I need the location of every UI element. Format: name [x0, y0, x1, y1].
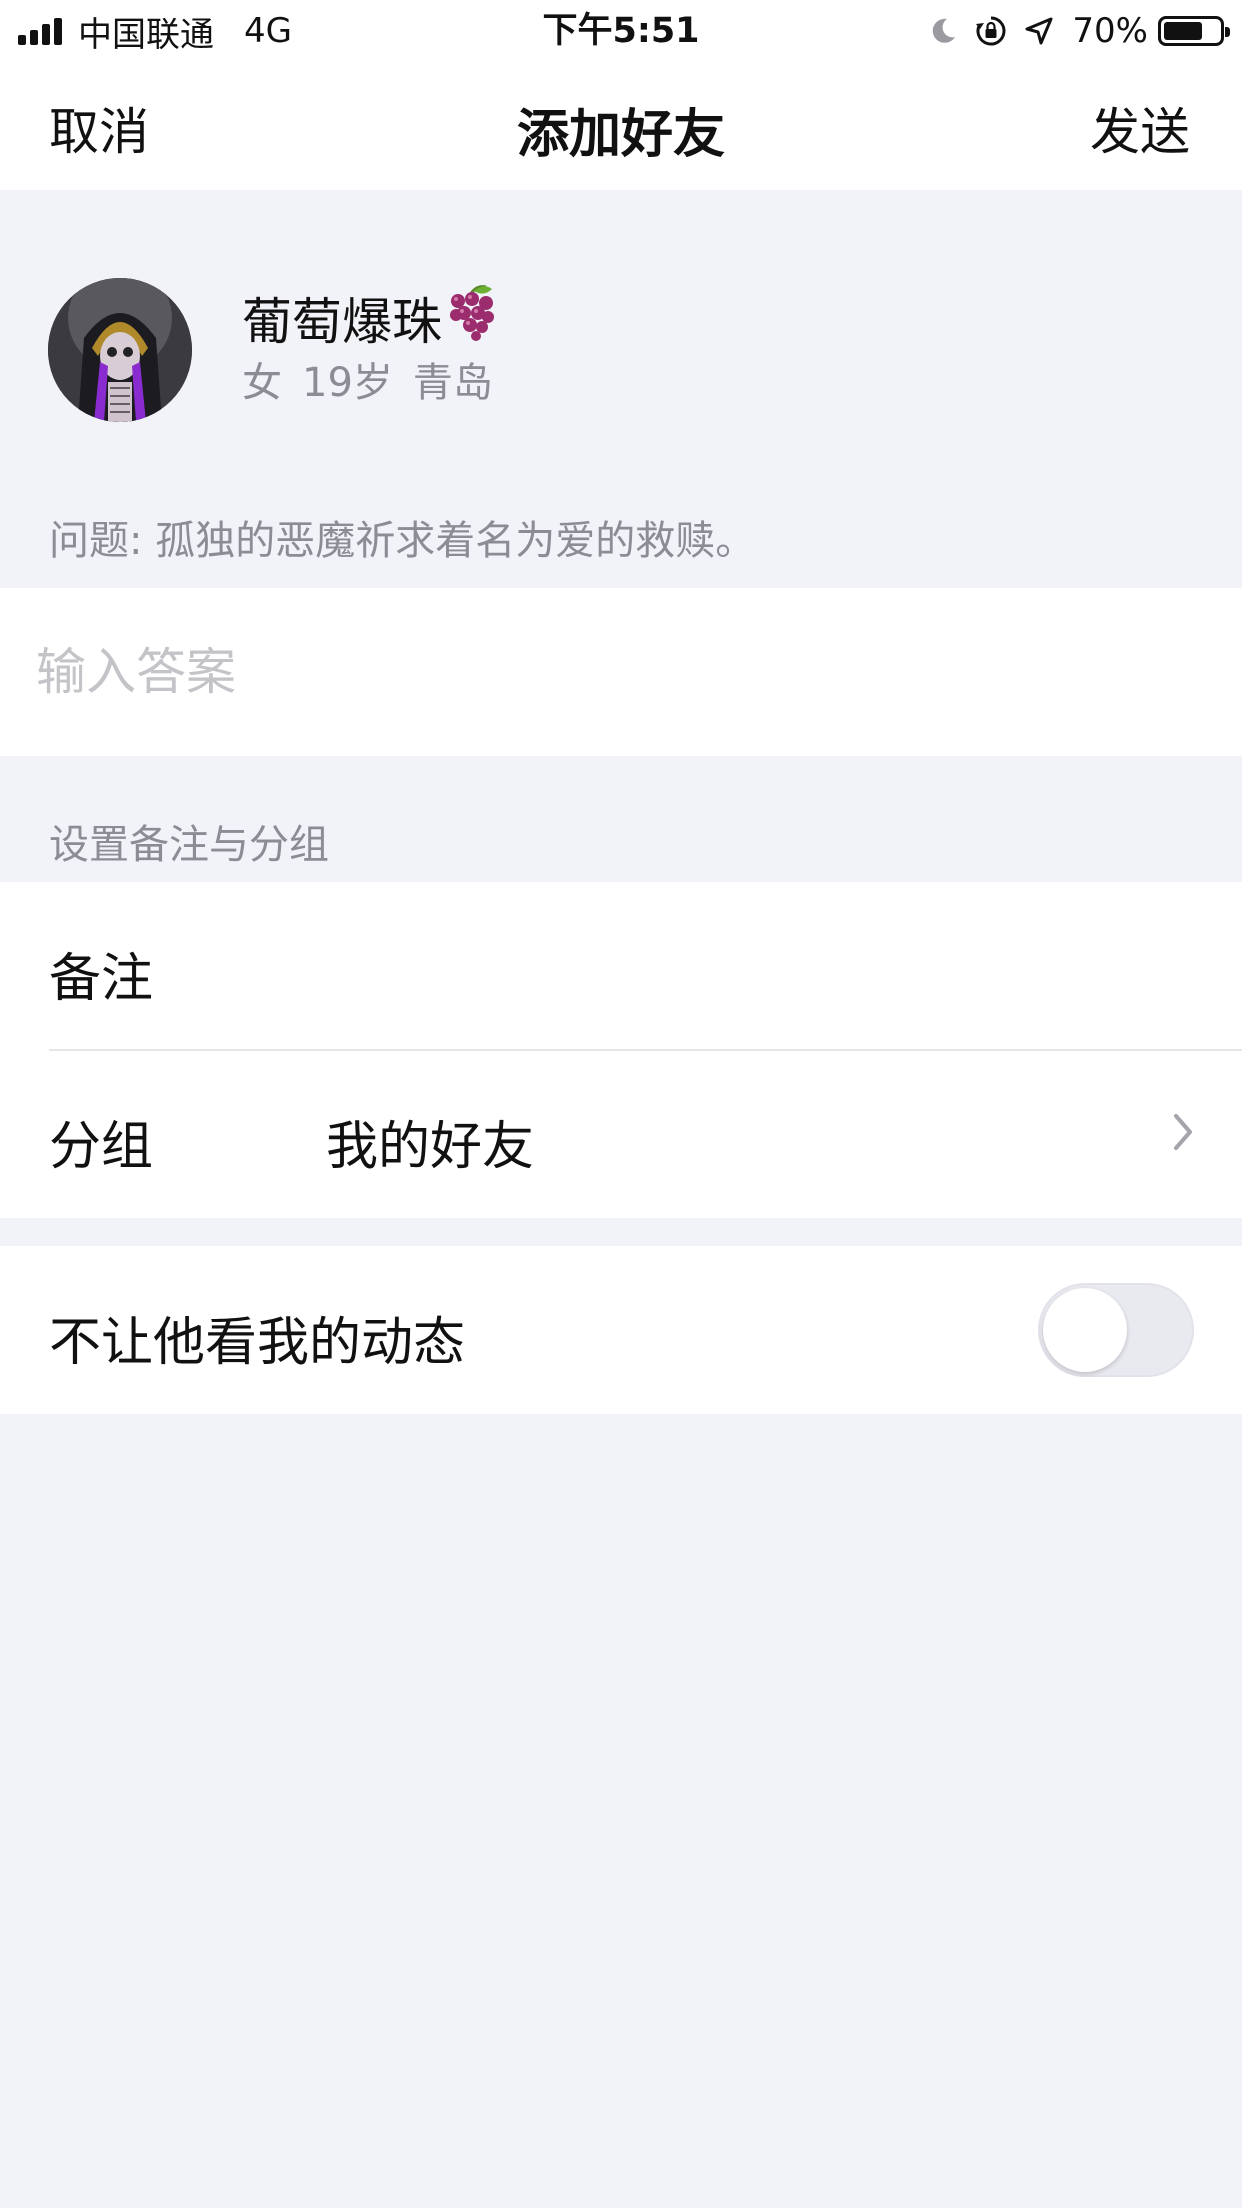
battery-icon [1158, 16, 1230, 46]
chevron-right-icon [1172, 1112, 1194, 1156]
location-arrow-icon [1024, 16, 1054, 46]
profile-nickname: 葡萄爆珠 [242, 282, 496, 354]
hide-moments-label: 不让他看我的动态 [49, 1313, 466, 1373]
group-label: 分组 [49, 1117, 154, 1177]
page-title: 添加好友 [516, 105, 725, 165]
status-bar: 中国联通 4G 下午5:51 70% [0, 0, 1242, 62]
profile-meta: 女 19岁 青岛 [242, 350, 513, 408]
answer-cell [0, 588, 1242, 756]
privacy-card: 不让他看我的动态 [0, 1246, 1242, 1414]
battery-percent: 70% [1072, 11, 1148, 51]
nickname-text: 葡萄爆珠 [242, 293, 442, 351]
profile-gender: 女 [242, 360, 282, 406]
remark-label: 备注 [49, 949, 154, 1009]
navigation-bar: 取消 添加好友 发送 [0, 62, 1242, 190]
profile-city: 青岛 [412, 360, 493, 406]
hide-moments-toggle[interactable] [1038, 1283, 1194, 1377]
toggle-knob [1043, 1288, 1127, 1372]
verification-question: 问题: 孤独的恶魔祈求着名为爱的救赎。 [49, 518, 756, 564]
orientation-lock-icon [974, 14, 1008, 48]
moon-icon [928, 16, 958, 46]
group-value: 我的好友 [326, 1117, 535, 1177]
remark-row[interactable]: 备注 [0, 882, 1242, 1051]
group-row[interactable]: 分组 我的好友 [0, 1050, 1242, 1218]
profile-header: 葡萄爆珠 女 19岁 青岛 问题: 孤独的恶魔祈求着名为爱的救赎。 [0, 190, 1242, 590]
avatar[interactable] [48, 278, 192, 422]
section-header-remark-group: 设置备注与分组 [49, 822, 329, 868]
profile-age: 19岁 [302, 360, 393, 406]
grapes-icon [446, 283, 496, 353]
battery-fill [1164, 22, 1202, 40]
answer-input[interactable] [36, 630, 1196, 714]
send-button[interactable]: 发送 [1090, 92, 1190, 164]
status-bar-right: 70% [912, 8, 1230, 54]
remark-group-card: 备注 分组 我的好友 [0, 882, 1242, 1218]
